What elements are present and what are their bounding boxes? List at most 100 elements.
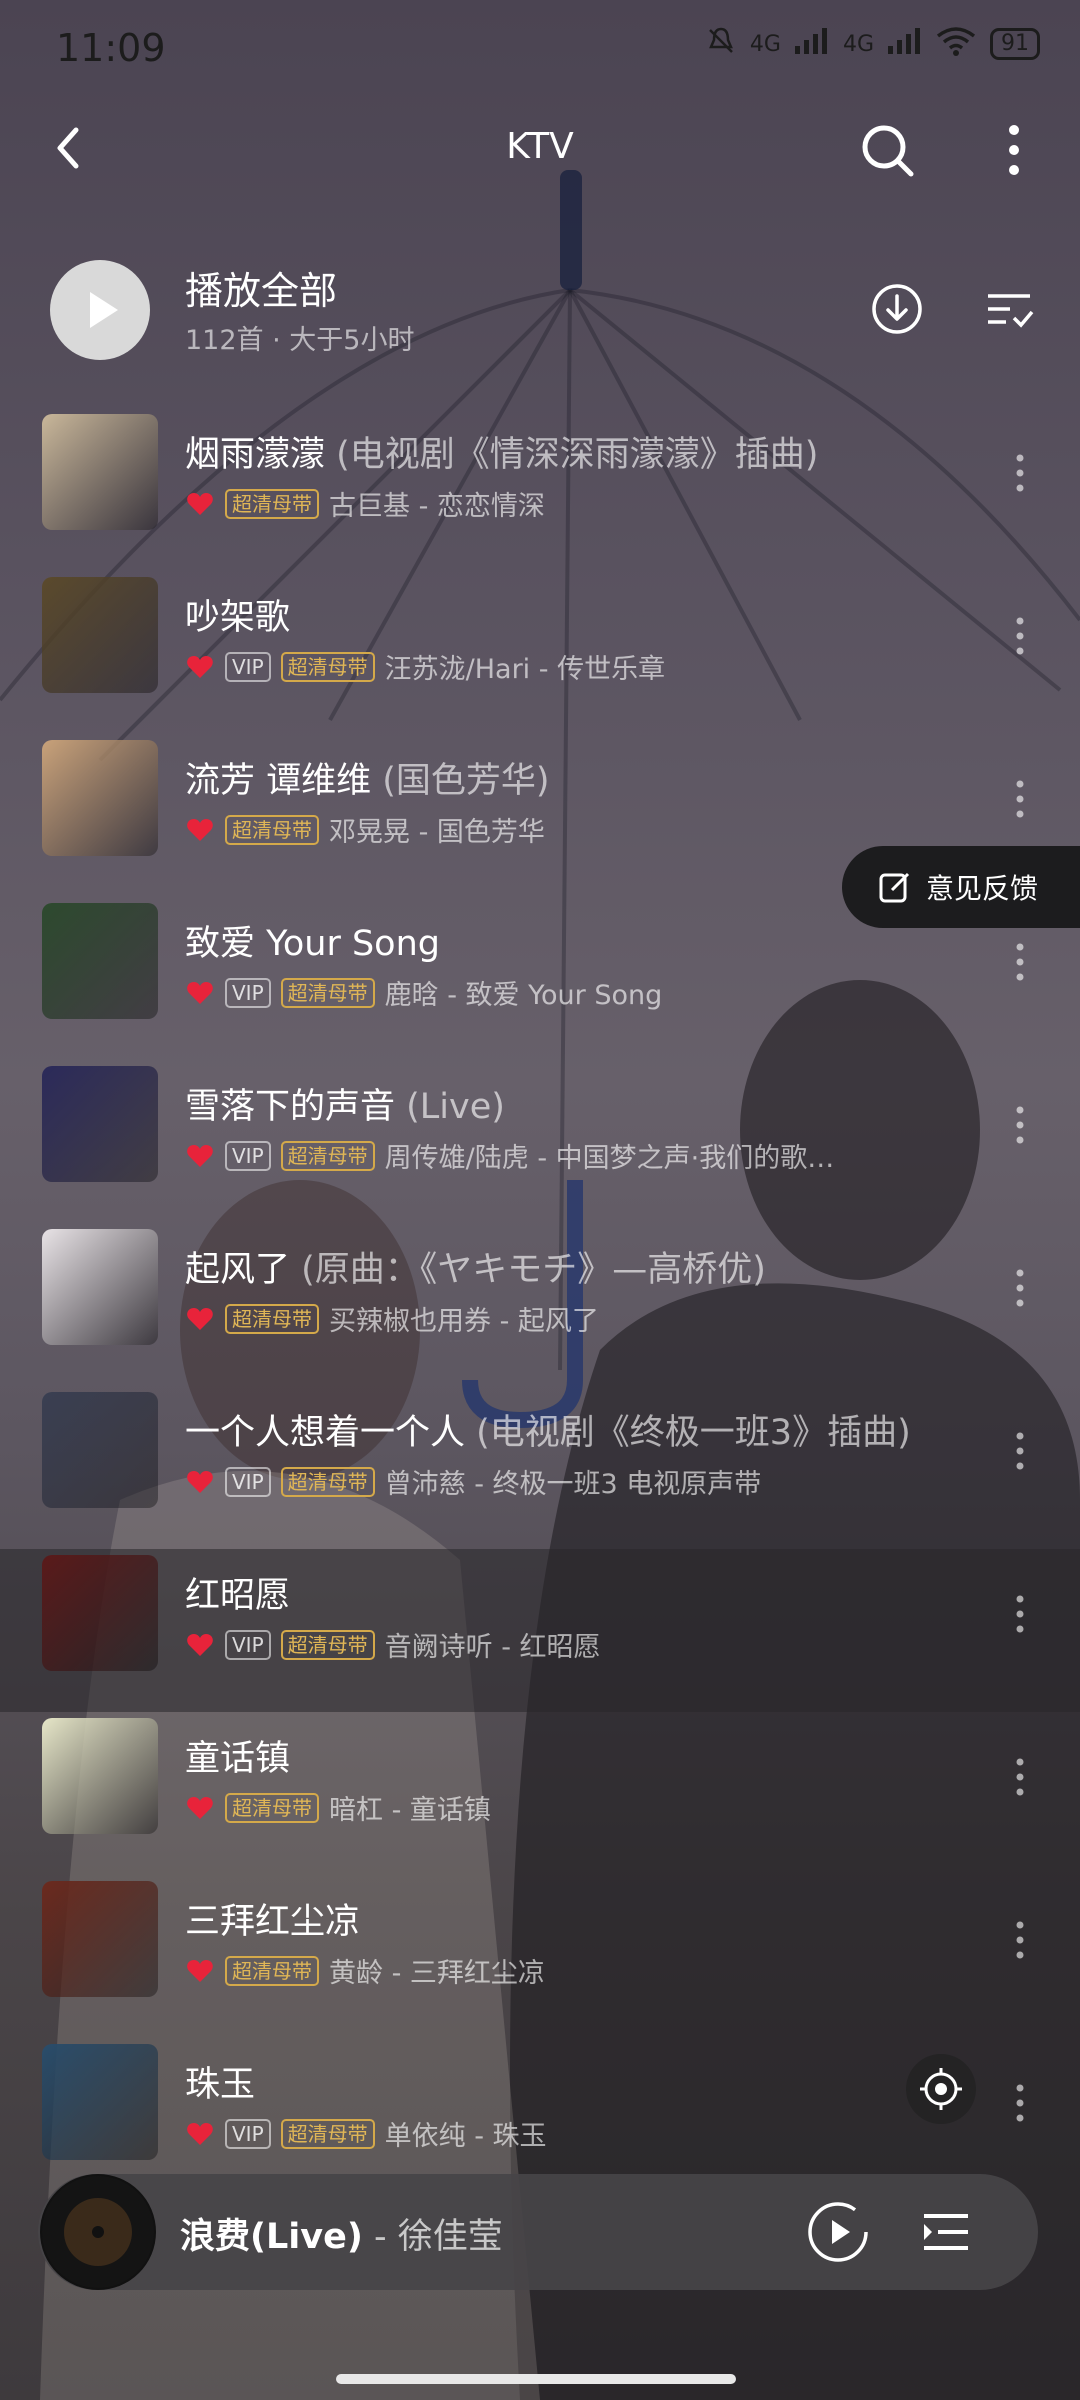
locate-icon [920, 2068, 962, 2110]
vip-badge: VIP [225, 977, 271, 1008]
artist-album: 曾沛慈 - 终极一班3 电视原声带 [384, 1469, 762, 1500]
song-more-button[interactable] [1005, 611, 1035, 661]
song-list: 烟雨濛濛 (电视剧《情深深雨濛濛》插曲) 超清母带 古巨基 - 恋恋情深 吵架歌… [0, 408, 1080, 2201]
song-more-button[interactable] [1005, 1752, 1035, 1802]
network-label-1: 4G [749, 31, 781, 57]
song-more-button[interactable] [1005, 937, 1035, 987]
playlist-queue-button[interactable] [916, 2202, 976, 2262]
home-indicator[interactable] [336, 2374, 736, 2384]
liked-heart-icon [187, 655, 213, 678]
quality-badge: 超清母带 [225, 1303, 319, 1334]
play-all-row[interactable]: 播放全部 112首 · 大于5小时 [0, 258, 1080, 368]
liked-heart-icon [187, 1633, 213, 1656]
song-row[interactable]: 起风了 (原曲：《ヤキモチ》—高桥优) 超清母带 买辣椒也用券 - 起风了 [0, 1223, 1080, 1386]
liked-heart-icon [187, 1307, 213, 1330]
song-title: 致爱 Your Song [185, 924, 440, 964]
header: KTV [0, 110, 1080, 190]
song-meta: 超清母带 古巨基 - 恋恋情深 [185, 484, 545, 523]
quality-badge: 超清母带 [280, 1629, 375, 1660]
song-title: 童话镇 [185, 1739, 291, 1779]
album-cover [42, 903, 158, 1019]
quality-badge: 超清母带 [280, 2118, 375, 2149]
playlist-summary: 112首 · 大于5小时 [185, 325, 415, 356]
status-bar: 11:09 4G 4G 91 [0, 0, 1080, 100]
album-cover [42, 414, 158, 530]
album-cover [42, 1229, 158, 1345]
mini-player[interactable]: 浪费(Live) - 徐佳莹 [38, 2174, 1038, 2290]
album-cover [42, 740, 158, 856]
artist-album: 黄龄 - 三拜红尘凉 [329, 1958, 545, 1989]
artist-album: 周传雄/陆虎 - 中国梦之声·我们的歌… [384, 1143, 835, 1174]
feedback-button[interactable]: 意见反馈 [842, 846, 1080, 928]
liked-heart-icon [187, 981, 213, 1004]
song-more-button[interactable] [1005, 1100, 1035, 1150]
more-vertical-icon [1009, 125, 1019, 175]
download-button[interactable] [868, 280, 926, 338]
song-meta: 超清母带 邓晃晃 - 国色芳华 [185, 810, 545, 849]
playlist-icon [924, 2214, 968, 2250]
mute-icon [706, 26, 736, 62]
song-more-button[interactable] [1005, 1263, 1035, 1313]
status-icons: 4G 4G 91 [706, 26, 1040, 62]
more-vertical-icon [1016, 454, 1024, 492]
play-all-button[interactable] [50, 260, 150, 360]
signal-icon-2 [888, 28, 922, 60]
liked-heart-icon [187, 1796, 213, 1819]
quality-badge: 超清母带 [225, 1955, 319, 1986]
more-vertical-icon [1016, 943, 1024, 981]
song-row[interactable]: 一个人想着一个人 (电视剧《终极一班3》插曲) VIP 超清母带 曾沛慈 - 终… [0, 1386, 1080, 1549]
more-vertical-icon [1016, 1921, 1024, 1959]
locate-current-button[interactable] [906, 2054, 976, 2124]
song-title: 一个人想着一个人 (电视剧《终极一班3》插曲) [185, 1413, 911, 1453]
song-more-button[interactable] [1005, 2078, 1035, 2128]
song-more-button[interactable] [1005, 774, 1035, 824]
liked-heart-icon [187, 1470, 213, 1493]
artist-album: 音阙诗听 - 红昭愿 [384, 1632, 601, 1663]
list-check-icon [988, 294, 1034, 328]
song-row-playing[interactable]: 红昭愿 VIP 超清母带 音阙诗听 - 红昭愿 [0, 1549, 1080, 1712]
vip-badge: VIP [225, 1466, 271, 1497]
song-meta: VIP 超清母带 曾沛慈 - 终极一班3 电视原声带 [185, 1462, 761, 1501]
song-row[interactable]: 吵架歌 VIP 超清母带 汪苏泷/Hari - 传世乐章 [0, 571, 1080, 734]
song-row[interactable]: 童话镇 超清母带 暗杠 - 童话镇 [0, 1712, 1080, 1875]
battery-indicator: 91 [990, 28, 1040, 60]
song-more-button[interactable] [1005, 1589, 1035, 1639]
song-row[interactable]: 烟雨濛濛 (电视剧《情深深雨濛濛》插曲) 超清母带 古巨基 - 恋恋情深 [0, 408, 1080, 571]
artist-album: 汪苏泷/Hari - 传世乐章 [384, 654, 666, 685]
song-title: 三拜红尘凉 [185, 1902, 361, 1942]
artist-album: 鹿晗 - 致爱 Your Song [384, 980, 663, 1011]
vip-badge: VIP [225, 1140, 271, 1171]
song-more-button[interactable] [1005, 1426, 1035, 1476]
song-more-button[interactable] [1005, 1915, 1035, 1965]
song-row[interactable]: 三拜红尘凉 超清母带 黄龄 - 三拜红尘凉 [0, 1875, 1080, 2038]
multi-select-button[interactable] [980, 280, 1038, 338]
more-vertical-icon [1016, 1758, 1024, 1796]
quality-badge: 超清母带 [280, 977, 375, 1008]
mini-play-button[interactable] [806, 2200, 870, 2264]
song-more-button[interactable] [1005, 448, 1035, 498]
mini-player-cover[interactable] [40, 2174, 156, 2290]
song-title: 起风了 (原曲：《ヤキモチ》—高桥优) [185, 1250, 766, 1290]
album-cover [42, 2044, 158, 2160]
search-button[interactable] [855, 118, 919, 182]
status-time: 11:09 [56, 26, 166, 70]
song-row[interactable]: 雪落下的声音 (Live) VIP 超清母带 周传雄/陆虎 - 中国梦之声·我们… [0, 1060, 1080, 1223]
wifi-icon [936, 26, 976, 62]
more-vertical-icon [1016, 1269, 1024, 1307]
quality-badge: 超清母带 [280, 651, 375, 682]
now-playing-title: 浪费(Live) [180, 2217, 363, 2257]
song-title: 红昭愿 [185, 1576, 291, 1616]
vip-badge: VIP [225, 2118, 271, 2149]
album-cover [42, 1066, 158, 1182]
vip-badge: VIP [225, 1629, 271, 1660]
liked-heart-icon [187, 1144, 213, 1167]
more-options-button[interactable] [990, 118, 1038, 182]
play-icon [90, 292, 118, 328]
more-vertical-icon [1016, 1106, 1024, 1144]
network-label-2: 4G [842, 31, 874, 57]
now-playing-artist: - 徐佳莹 [362, 2217, 503, 2257]
liked-heart-icon [187, 492, 213, 515]
album-cover [42, 577, 158, 693]
liked-heart-icon [187, 1959, 213, 1982]
quality-badge: 超清母带 [280, 1466, 375, 1497]
